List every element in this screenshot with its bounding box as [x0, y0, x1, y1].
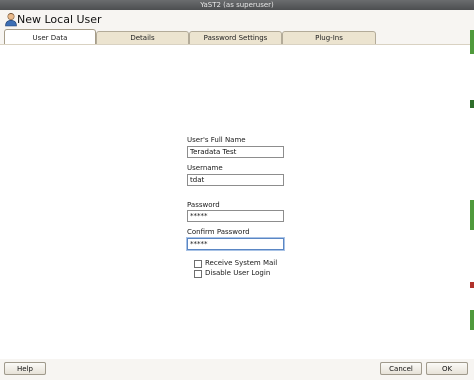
checkbox-label: Disable User Login	[205, 269, 271, 277]
button-bar: Help Cancel OK	[0, 359, 474, 380]
ok-button[interactable]: OK	[426, 362, 468, 375]
window-titlebar[interactable]: YaST2 (as superuser)	[0, 0, 474, 10]
edge-accent	[470, 100, 474, 108]
tab-details[interactable]: Details	[96, 31, 189, 44]
confirm-password-label: Confirm Password	[187, 228, 250, 236]
window-title: YaST2 (as superuser)	[200, 1, 274, 9]
edge-accent	[470, 282, 474, 288]
cancel-button[interactable]: Cancel	[380, 362, 422, 375]
page-title: New Local User	[17, 13, 102, 26]
tab-password-settings[interactable]: Password Settings	[189, 31, 282, 44]
full-name-field[interactable]	[187, 146, 284, 158]
user-icon	[4, 12, 18, 27]
password-label: Password	[187, 201, 220, 209]
checkbox-box[interactable]	[194, 260, 202, 268]
full-name-label: User's Full Name	[187, 136, 246, 144]
tab-label: User Data	[32, 34, 68, 42]
username-label: Username	[187, 164, 223, 172]
tab-label: Details	[130, 34, 155, 42]
confirm-password-field[interactable]	[187, 238, 284, 250]
password-field[interactable]	[187, 210, 284, 222]
tab-divider	[0, 44, 474, 45]
checkbox-box[interactable]	[194, 270, 202, 278]
help-button[interactable]: Help	[4, 362, 46, 375]
checkbox-label: Receive System Mail	[205, 259, 278, 267]
dialog-header: New Local User	[0, 10, 474, 29]
tab-plug-ins[interactable]: Plug-Ins	[282, 31, 376, 44]
edge-accent	[470, 200, 474, 230]
edge-accent	[470, 30, 474, 54]
username-field[interactable]	[187, 174, 284, 186]
edge-accent	[470, 310, 474, 330]
tab-user-data[interactable]: User Data	[4, 29, 96, 45]
tab-bar: User Data Details Password Settings Plug…	[0, 29, 474, 45]
tab-label: Password Settings	[203, 34, 268, 42]
tab-label: Plug-Ins	[315, 34, 343, 42]
